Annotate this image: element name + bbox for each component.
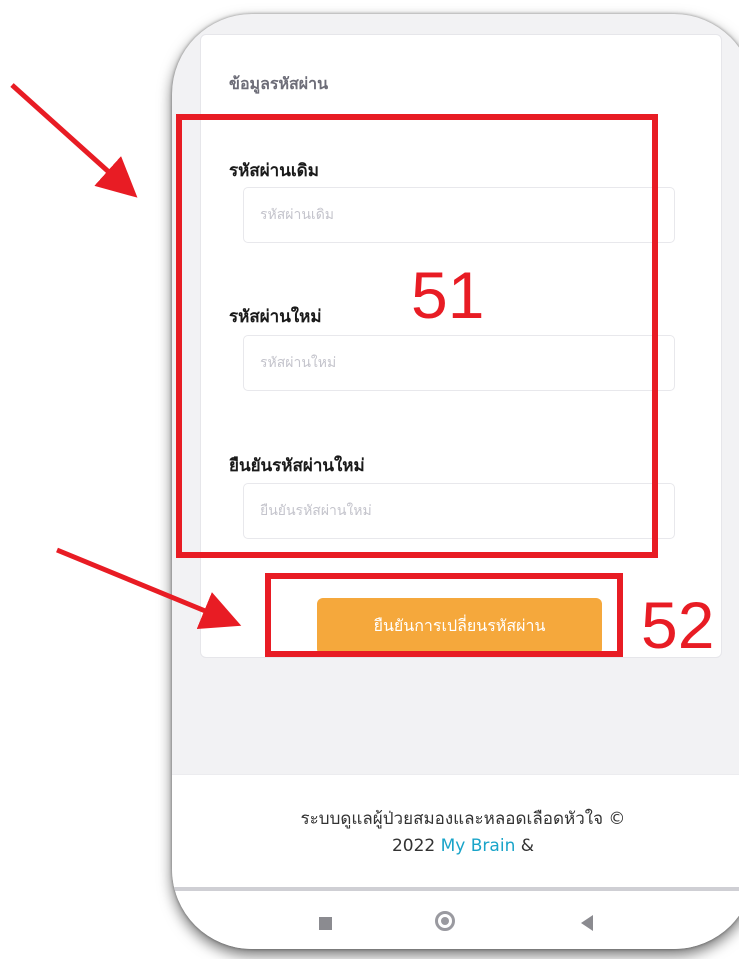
annotation-arrows bbox=[10, 83, 242, 630]
arrow-to-button bbox=[56, 547, 242, 630]
screenshot-stage: ข้อมูลรหัสผ่าน รหัสผ่านเดิม รหัสผ่านใหม่… bbox=[0, 0, 739, 959]
arrow-to-fields bbox=[10, 83, 138, 198]
